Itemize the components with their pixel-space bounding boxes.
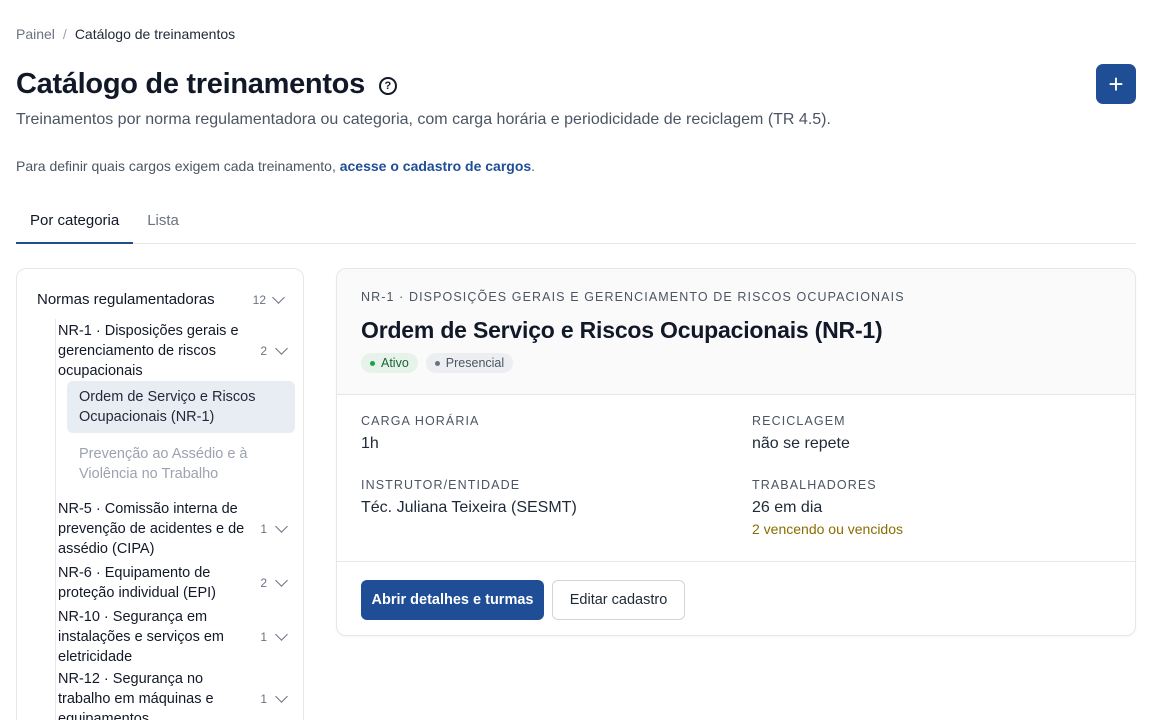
field-value: não se repete [752,435,850,452]
field-label: TRABALHADORES [752,478,877,492]
tree-item-label: NR-1 · Disposições gerais e gerenciament… [58,323,239,379]
breadcrumb-current: Catálogo de treinamentos [74,26,236,42]
tree-item-label: NR-12 · Segurança no trabalho em máquina… [58,671,214,720]
tab-por-categoria[interactable]: Por categoria [16,200,134,244]
field-label: RECICLAGEM [752,414,846,428]
tree-item-nr-12[interactable]: NR-12 · Segurança no trabalho em máquina… [58,669,288,720]
chevron-down-icon[interactable] [275,520,288,533]
tree-child-ordem-servico[interactable]: Ordem de Serviço e Riscos Ocupacionais (… [67,381,295,433]
cargos-note: Para definir quais cargos exigem cada tr… [16,158,535,174]
modality-badge: Presencial [425,353,514,373]
tabs: Por categoria Lista [16,200,1136,244]
field-instrutor: INSTRUTOR/ENTIDADE Téc. Juliana Teixeira… [361,478,577,517]
page-title: Catálogo de treinamentos [16,68,365,100]
tree-item-label: NR-6 · Equipamento de proteção individua… [58,565,216,601]
modality-badge-label: Presencial [445,356,505,370]
field-trabalhadores: TRABALHADORES 26 em dia 2 vencendo ou ve… [752,478,903,537]
tree-item-count: 1 [260,522,267,536]
tree-item-count: 2 [260,344,267,358]
tree-child-prevencao-assedio[interactable]: Prevenção ao Assédio e à Violência no Tr… [67,438,295,490]
breadcrumb-separator: / [62,26,67,42]
field-value: 1h [361,435,379,452]
field-label: INSTRUTOR/ENTIDADE [361,478,521,492]
chevron-down-icon[interactable] [275,690,288,703]
status-badge: Ativo [361,353,418,373]
breadcrumb: Painel / Catálogo de treinamentos [16,26,235,42]
field-value: 26 em dia [752,499,823,516]
tree-item-nr-1[interactable]: NR-1 · Disposições gerais e gerenciament… [58,321,288,381]
detail-title: Ordem de Serviço e Riscos Ocupacionais (… [361,317,883,343]
tree-item-nr-6[interactable]: NR-6 · Equipamento de proteção individua… [58,563,288,603]
status-badge-label: Ativo [381,356,409,370]
category-tree: Normas regulamentadoras 12 NR-1 · Dispos… [16,268,304,720]
page-subtitle: Treinamentos por norma regulamentadora o… [16,111,831,128]
tree-item-count: 2 [260,576,267,590]
help-icon[interactable]: ? [378,76,397,95]
chevron-down-icon[interactable] [275,574,288,587]
edit-training-button[interactable]: Editar cadastro [552,580,685,620]
tree-item-nr-5[interactable]: NR-5 · Comissão interna de prevenção de … [58,499,288,559]
detail-category: NR-1 · DISPOSIÇÕES GERAIS E GERENCIAMENT… [361,290,905,304]
tree-group-count: 12 [252,292,266,307]
modality-dot-icon [434,360,440,366]
field-carga-horaria: CARGA HORÁRIA 1h [361,414,480,453]
chevron-down-icon[interactable] [272,290,285,304]
tree-group-label: Normas regulamentadoras [37,291,215,308]
title-row: Catálogo de treinamentos ? [16,68,397,101]
field-label: CARGA HORÁRIA [361,414,480,428]
page: Painel / Catálogo de treinamentos Catálo… [16,0,1136,720]
field-reciclagem: RECICLAGEM não se repete [752,414,850,453]
tree-item-count: 1 [260,692,267,706]
detail-badges: Ativo Presencial [361,353,514,373]
training-detail-card: NR-1 · DISPOSIÇÕES GERAIS E GERENCIAMENT… [336,268,1136,636]
note-prefix: Para definir quais cargos exigem cada tr… [16,158,340,174]
note-suffix: . [531,158,536,174]
add-training-button[interactable]: + [1096,64,1136,104]
chevron-down-icon[interactable] [275,628,288,641]
tree-group-normas[interactable]: Normas regulamentadoras 12 [37,290,285,308]
expiring-warning: 2 vencendo ou vencidos [752,521,903,537]
tree-item-nr-10[interactable]: NR-10 · Segurança em instalações e servi… [58,607,288,667]
detail-header: NR-1 · DISPOSIÇÕES GERAIS E GERENCIAMENT… [337,269,1135,395]
tab-lista[interactable]: Lista [133,200,193,244]
breadcrumb-root[interactable]: Painel [16,26,55,42]
tree-item-label: NR-10 · Segurança em instalações e servi… [58,609,225,665]
detail-actions: Abrir detalhes e turmas Editar cadastro [337,561,1135,635]
open-details-button[interactable]: Abrir detalhes e turmas [361,580,544,620]
tree-item-label: NR-5 · Comissão interna de prevenção de … [58,501,245,557]
status-dot-icon [370,360,375,366]
field-value: Téc. Juliana Teixeira (SESMT) [361,499,577,516]
cargos-link[interactable]: acesse o cadastro de cargos [340,158,531,174]
tree-guide-line [55,319,56,720]
tree-item-count: 1 [260,630,267,644]
chevron-down-icon[interactable] [275,342,288,355]
